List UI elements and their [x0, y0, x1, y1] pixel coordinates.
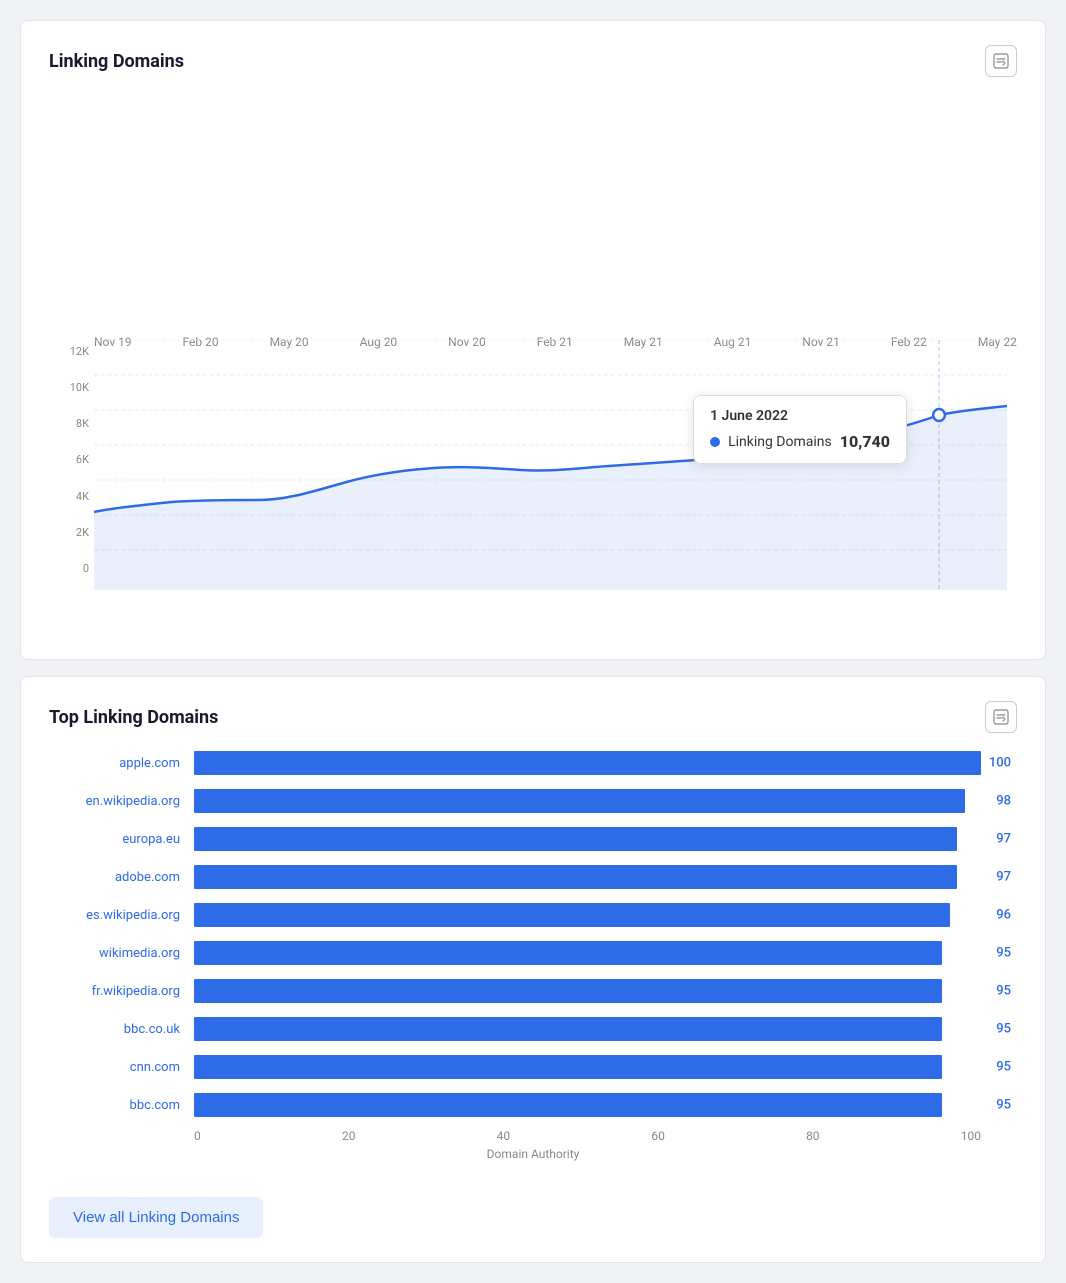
chart-tooltip: 1 June 2022 Linking Domains 10,740 [693, 395, 907, 464]
bar-row: cnn.com95 [49, 1053, 1017, 1081]
bar-row: bbc.co.uk95 [49, 1015, 1017, 1043]
y-label-8k: 8K [49, 417, 89, 430]
bar-fill [194, 865, 957, 889]
x-tick-100: 100 [961, 1129, 981, 1143]
bar-domain-label[interactable]: cnn.com [49, 1060, 194, 1075]
bar-value-label: 96 [996, 908, 1011, 923]
bar-fill [194, 1093, 942, 1117]
bar-track: 95 [194, 1055, 981, 1079]
bar-track-wrapper: 95 [194, 979, 981, 1003]
bar-track-wrapper: 95 [194, 1017, 981, 1041]
tooltip-row: Linking Domains 10,740 [710, 432, 890, 451]
tooltip-value: 10,740 [840, 432, 890, 451]
bar-track-wrapper: 100 [194, 751, 981, 775]
bar-domain-label[interactable]: apple.com [49, 756, 194, 771]
bar-row: apple.com100 [49, 749, 1017, 777]
bar-value-label: 95 [996, 1022, 1011, 1037]
top-linking-domains-card: Top Linking Domains apple.com100en.wikip… [20, 676, 1046, 1263]
bar-value-label: 95 [996, 1060, 1011, 1075]
bar-value-label: 98 [996, 794, 1011, 809]
bar-fill [194, 1017, 942, 1041]
bar-domain-label[interactable]: europa.eu [49, 832, 194, 847]
bar-chart-container: apple.com100en.wikipedia.org98europa.eu9… [49, 749, 1017, 1119]
linking-domains-title: Linking Domains [49, 51, 184, 72]
bar-row: bbc.com95 [49, 1091, 1017, 1119]
bar-track-wrapper: 95 [194, 941, 981, 965]
bar-domain-label[interactable]: adobe.com [49, 870, 194, 885]
y-label-6k: 6K [49, 453, 89, 466]
bar-value-label: 95 [996, 1098, 1011, 1113]
x-tick-40: 40 [497, 1129, 511, 1143]
bar-track: 95 [194, 1093, 981, 1117]
bar-row: fr.wikipedia.org95 [49, 977, 1017, 1005]
y-label-4k: 4K [49, 490, 89, 503]
bar-track: 97 [194, 865, 981, 889]
bar-track: 96 [194, 903, 981, 927]
linking-domains-card: Linking Domains 0 2K 4K 6K 8K 10K 12K [20, 20, 1046, 660]
bar-domain-label[interactable]: bbc.com [49, 1098, 194, 1113]
x-tick-20: 20 [342, 1129, 356, 1143]
bar-domain-label[interactable]: wikimedia.org [49, 946, 194, 961]
bar-track: 100 [194, 751, 981, 775]
y-label-10k: 10K [49, 381, 89, 394]
bar-track: 98 [194, 789, 981, 813]
y-label-0: 0 [49, 562, 89, 575]
x-tick-60: 60 [651, 1129, 665, 1143]
bar-track: 95 [194, 1017, 981, 1041]
x-axis-title: Domain Authority [49, 1147, 1017, 1161]
bar-fill [194, 1055, 942, 1079]
bar-track: 97 [194, 827, 981, 851]
view-all-button[interactable]: View all Linking Domains [49, 1197, 263, 1238]
top-domains-export-button[interactable] [985, 701, 1017, 733]
line-chart-area: 0 2K 4K 6K 8K 10K 12K [49, 335, 1017, 635]
bar-row: europa.eu97 [49, 825, 1017, 853]
y-label-12k: 12K [49, 345, 89, 358]
view-all-container: View all Linking Domains [49, 1177, 1017, 1238]
bar-value-label: 100 [989, 756, 1011, 771]
bar-track-wrapper: 96 [194, 903, 981, 927]
line-chart-svg [94, 340, 1007, 590]
top-domains-title: Top Linking Domains [49, 707, 218, 728]
bar-fill [194, 903, 950, 927]
bar-domain-label[interactable]: bbc.co.uk [49, 1022, 194, 1037]
bar-track-wrapper: 98 [194, 789, 981, 813]
y-label-2k: 2K [49, 526, 89, 539]
tooltip-metric: Linking Domains [728, 434, 832, 450]
bar-value-label: 95 [996, 946, 1011, 961]
bar-track: 95 [194, 979, 981, 1003]
bar-fill [194, 827, 957, 851]
x-tick-0: 0 [194, 1129, 201, 1143]
bar-row: adobe.com97 [49, 863, 1017, 891]
tooltip-dot [710, 437, 720, 447]
bar-fill [194, 751, 981, 775]
bar-domain-label[interactable]: en.wikipedia.org [49, 794, 194, 809]
bar-domain-label[interactable]: fr.wikipedia.org [49, 984, 194, 999]
bar-fill [194, 789, 965, 813]
bar-track-wrapper: 95 [194, 1055, 981, 1079]
bar-row: wikimedia.org95 [49, 939, 1017, 967]
bar-value-label: 97 [996, 832, 1011, 847]
bar-value-label: 97 [996, 870, 1011, 885]
bar-fill [194, 941, 942, 965]
bar-fill [194, 979, 942, 1003]
x-axis-bottom: 0 20 40 60 80 100 [194, 1129, 981, 1143]
x-tick-80: 80 [806, 1129, 820, 1143]
top-domains-header: Top Linking Domains [49, 701, 1017, 733]
main-container: Linking Domains 0 2K 4K 6K 8K 10K 12K [20, 20, 1046, 1263]
tooltip-date: 1 June 2022 [710, 408, 890, 424]
bar-row: es.wikipedia.org96 [49, 901, 1017, 929]
bar-track-wrapper: 97 [194, 865, 981, 889]
bar-track-wrapper: 95 [194, 1093, 981, 1117]
card-header: Linking Domains [49, 45, 1017, 77]
bar-track-wrapper: 97 [194, 827, 981, 851]
export-button[interactable] [985, 45, 1017, 77]
bar-value-label: 95 [996, 984, 1011, 999]
bar-domain-label[interactable]: es.wikipedia.org [49, 908, 194, 923]
bar-row: en.wikipedia.org98 [49, 787, 1017, 815]
bar-track: 95 [194, 941, 981, 965]
